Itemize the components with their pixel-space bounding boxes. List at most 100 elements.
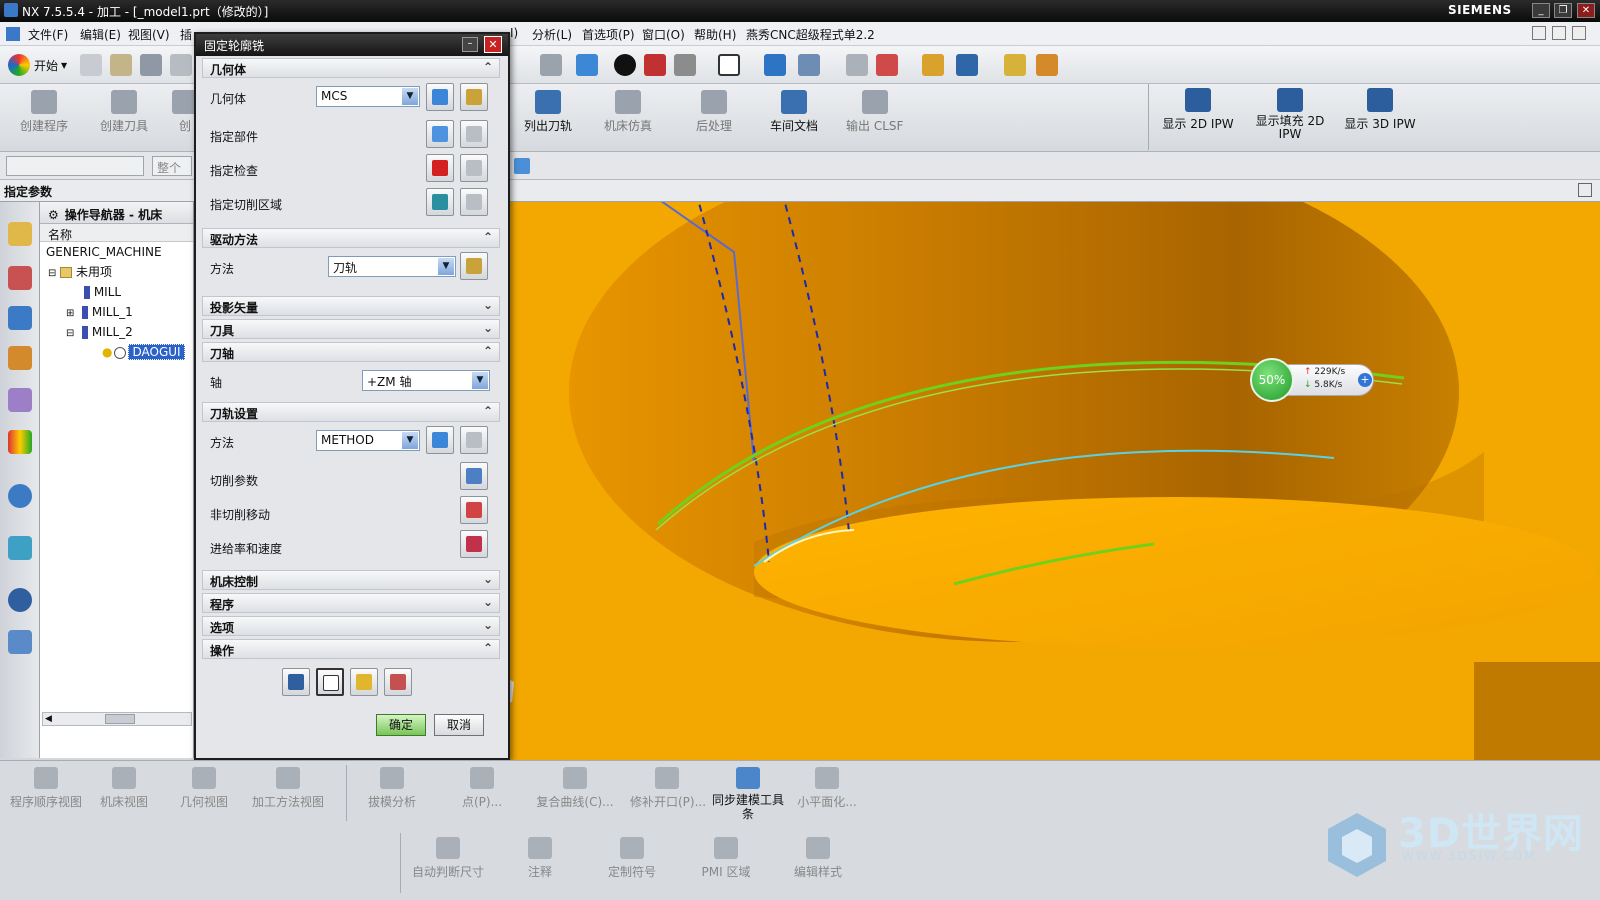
new-method-button[interactable] [426, 426, 454, 454]
collapse-icon[interactable]: ⊟ [66, 328, 74, 339]
show-3d-ipw-button[interactable]: 显示 3D IPW [1340, 88, 1420, 132]
web-browser-icon[interactable] [8, 484, 32, 508]
composite-curve-button[interactable]: 复合曲线(C)... [534, 767, 616, 810]
menu-cnc-plugin[interactable]: 燕秀CNC超级程式单2.2 [746, 26, 875, 43]
tree-node-generic-machine[interactable]: GENERIC_MACHINE [40, 242, 193, 262]
expand-icon[interactable]: ⊞ [66, 308, 74, 319]
cube-select-icon[interactable] [514, 158, 530, 174]
network-speed-widget[interactable]: 50% ↑ 229K/s ↓ 5.8K/s + [1250, 358, 1376, 404]
tree-node-unused[interactable]: ⊟ 未用项 [40, 262, 193, 282]
edit-style-button[interactable]: 编辑样式 [790, 837, 846, 880]
menu-view[interactable]: 视图(V) [128, 26, 170, 43]
gray-cube-icon[interactable] [674, 54, 696, 76]
menu-file[interactable]: 文件(F) [28, 26, 68, 43]
plus-icon[interactable]: + [1358, 373, 1372, 387]
scope-dropdown[interactable]: 整个 [152, 156, 192, 176]
doc-minimize-button[interactable] [1532, 26, 1546, 40]
scrollbar-thumb[interactable] [105, 714, 135, 724]
doc-close-button[interactable] [1572, 26, 1586, 40]
section-path-settings[interactable]: 刀轨设置 ⌃ [202, 402, 500, 422]
reuse-library-icon[interactable] [8, 430, 32, 454]
red-cube-icon[interactable] [644, 54, 666, 76]
horizontal-scrollbar[interactable]: ◀ [42, 712, 192, 726]
dialog-close-button[interactable]: ✕ [484, 36, 502, 53]
draft-analysis-button[interactable]: 拔模分析 [364, 767, 420, 810]
path-method-select[interactable]: METHOD ▼ [316, 430, 420, 451]
view-triad-icon[interactable] [798, 54, 820, 76]
constraint-nav-icon[interactable] [8, 266, 32, 290]
fullscreen-icon[interactable] [1578, 183, 1592, 197]
show-check-button[interactable] [460, 154, 488, 182]
select-filter-icon[interactable] [956, 54, 978, 76]
section-tool[interactable]: 刀具 ⌄ [202, 319, 500, 339]
create-program-button[interactable]: 创建程序 [20, 90, 68, 134]
note-button[interactable]: 注释 [520, 837, 560, 880]
create-tool-button[interactable]: 创建刀具 [100, 90, 148, 134]
part-nav-icon[interactable] [8, 388, 32, 412]
shop-doc-button[interactable]: 车间文档 [770, 90, 818, 134]
feeds-speeds-button[interactable] [460, 530, 488, 558]
operation-nav-icon[interactable] [8, 306, 32, 330]
cut-params-button[interactable] [460, 462, 488, 490]
cancel-button[interactable]: 取消 [434, 714, 484, 736]
non-cut-moves-button[interactable] [460, 496, 488, 524]
edit-method-button[interactable] [460, 426, 488, 454]
menu-help[interactable]: 帮助(H) [694, 26, 736, 43]
drive-method-select[interactable]: 刀轨 ▼ [328, 256, 456, 277]
measure-angle-icon[interactable] [1036, 54, 1058, 76]
generate-button[interactable] [282, 668, 310, 696]
pmi-region-button[interactable]: PMI 区域 [698, 837, 754, 880]
show-2d-ipw-button[interactable]: 显示 2D IPW [1158, 88, 1238, 132]
section-drive-method[interactable]: 驱动方法 ⌃ [202, 228, 500, 248]
tree-node-mill-2[interactable]: ⊟ MILL_2 [40, 322, 193, 342]
output-clsf-button[interactable]: 输出 CLSF [846, 90, 903, 134]
verify-button[interactable] [350, 668, 378, 696]
list-button[interactable] [384, 668, 412, 696]
shaded-cube-icon[interactable] [576, 54, 598, 76]
menu-tools[interactable]: I) [510, 26, 518, 40]
start-button[interactable]: 开始 ▼ [8, 54, 67, 76]
method-view-button[interactable]: 加工方法视图 [248, 767, 328, 810]
snap-icon[interactable] [922, 54, 944, 76]
specify-cut-area-button[interactable] [426, 188, 454, 216]
doc-restore-button[interactable] [1552, 26, 1566, 40]
menu-edit[interactable]: 编辑(E) [80, 26, 121, 43]
section-program[interactable]: 程序 ⌄ [202, 593, 500, 613]
save-icon[interactable] [140, 54, 162, 76]
render-style-icon[interactable] [540, 54, 562, 76]
layout-icon[interactable] [718, 54, 740, 76]
assembly-nav-icon[interactable] [8, 222, 32, 246]
ok-button[interactable]: 确定 [376, 714, 426, 736]
specify-part-button[interactable] [426, 120, 454, 148]
facetize-button[interactable]: 小平面化... [796, 767, 858, 810]
new-file-icon[interactable] [80, 54, 102, 76]
column-header-name[interactable]: 名称 [40, 224, 193, 242]
program-order-view-button[interactable]: 程序顺序视图 [10, 767, 82, 810]
menu-preferences[interactable]: 首选项(P) [582, 26, 635, 43]
section-projection-vector[interactable]: 投影矢量 ⌄ [202, 296, 500, 316]
geometry-view-button[interactable]: 几何视图 [176, 767, 232, 810]
cut-icon[interactable] [170, 54, 192, 76]
edit-geometry-button[interactable] [460, 83, 488, 111]
tool-axis-select[interactable]: +ZM 轴 ▼ [362, 370, 490, 391]
dialog-minimize-button[interactable]: – [462, 37, 478, 52]
layers-icon[interactable] [846, 54, 868, 76]
postprocess-button[interactable]: 后处理 [696, 90, 732, 134]
show-part-button[interactable] [460, 120, 488, 148]
restore-button[interactable]: ❐ [1554, 3, 1572, 18]
history-icon[interactable] [8, 536, 32, 560]
clock-icon[interactable] [8, 588, 32, 612]
roles-icon[interactable] [8, 630, 32, 654]
collapse-icon[interactable]: ⊟ [48, 268, 56, 279]
machine-tool-nav-icon[interactable] [8, 346, 32, 370]
close-button[interactable]: ✕ [1577, 3, 1595, 18]
new-geometry-button[interactable] [426, 83, 454, 111]
show-cut-area-button[interactable] [460, 188, 488, 216]
tree-node-mill[interactable]: MILL [40, 282, 193, 302]
list-toolpath-button[interactable]: 列出刀轨 [524, 90, 572, 134]
machine-view-button[interactable]: 机床视图 [96, 767, 152, 810]
section-machine-control[interactable]: 机床控制 ⌄ [202, 570, 500, 590]
patch-opening-button[interactable]: 修补开口(P)... [630, 767, 706, 810]
menu-analysis[interactable]: 分析(L) [532, 26, 572, 43]
show-filled-2d-ipw-button[interactable]: 显示填充 2D IPW [1248, 88, 1332, 141]
